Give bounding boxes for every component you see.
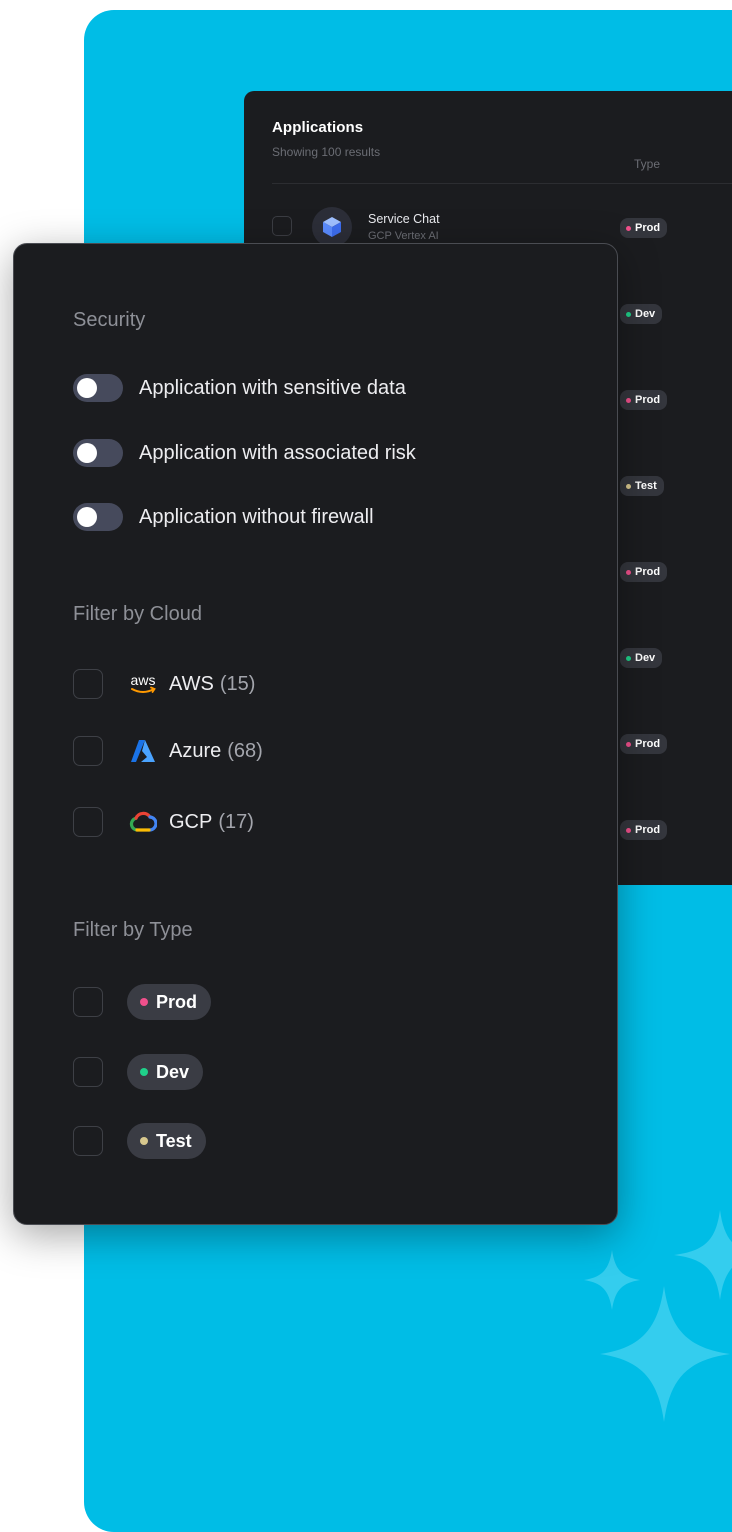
dev-dot-icon [626, 655, 631, 661]
type-option-prod[interactable]: Prod [73, 984, 212, 1020]
toggle-row-without-firewall[interactable]: Application without firewall [73, 501, 374, 533]
prod-dot-icon [626, 225, 631, 231]
without-firewall-toggle[interactable] [73, 503, 123, 531]
test-dot-icon [140, 1137, 148, 1145]
toggle-knob [77, 378, 97, 398]
section-title-type: Filter by Type [73, 919, 193, 941]
app-name[interactable]: Service Chat [368, 212, 440, 226]
cloud-count: (15) [219, 672, 256, 695]
toggle-knob [77, 507, 97, 527]
table-row[interactable]: Service Chat GCP Vertex AI Prod [272, 206, 732, 247]
app-provider: GCP Vertex AI [368, 230, 439, 242]
prod-dot-icon [626, 569, 631, 575]
cube-icon [323, 217, 341, 237]
type-badge-test: Test [127, 1123, 206, 1159]
cloud-count: (17) [218, 810, 254, 833]
dev-checkbox[interactable] [73, 1057, 103, 1087]
toggle-label: Application with sensitive data [139, 376, 406, 399]
aws-logo-icon: aws [127, 670, 159, 698]
azure-checkbox[interactable] [73, 736, 103, 766]
type-badge-dev: Dev [620, 648, 663, 668]
sensitive-data-toggle[interactable] [73, 374, 123, 402]
cloud-name: AWS [169, 672, 214, 695]
type-badge-dev: Dev [127, 1054, 204, 1090]
test-dot-icon [626, 483, 631, 489]
prod-dot-icon [626, 741, 631, 747]
type-label: Prod [156, 991, 198, 1012]
applications-title: Applications [272, 119, 364, 136]
prod-dot-icon [140, 998, 148, 1006]
type-badge-prod: Prod [620, 390, 668, 410]
dev-dot-icon [140, 1068, 148, 1076]
cloud-option-gcp[interactable]: GCP (17) [73, 806, 254, 838]
cloud-name: GCP [169, 810, 213, 833]
row-checkbox[interactable] [272, 216, 292, 236]
cloud-option-azure[interactable]: Azure (68) [73, 735, 263, 767]
test-checkbox[interactable] [73, 1126, 103, 1156]
type-badge-dev: Dev [620, 304, 663, 324]
type-option-test[interactable]: Test [73, 1123, 206, 1159]
app-avatar [312, 207, 352, 247]
toggle-row-associated-risk[interactable]: Application with associated risk [73, 437, 416, 469]
type-option-dev[interactable]: Dev [73, 1054, 204, 1090]
dev-dot-icon [626, 311, 631, 317]
cloud-name: Azure [169, 739, 222, 762]
type-badge-prod: Prod [620, 562, 668, 582]
aws-checkbox[interactable] [73, 669, 103, 699]
toggle-label: Application without firewall [139, 505, 374, 528]
section-title-security: Security [73, 309, 146, 331]
cloud-option-aws[interactable]: aws AWS (15) [73, 668, 255, 700]
type-badge-prod: Prod [127, 984, 212, 1020]
prod-dot-icon [626, 827, 631, 833]
type-badge-prod: Prod [620, 820, 668, 840]
type-label: Test [156, 1130, 192, 1151]
prod-checkbox[interactable] [73, 987, 103, 1017]
gcp-logo-icon [127, 808, 159, 836]
toggle-label: Application with associated risk [139, 441, 416, 464]
page: Applications Showing 100 results Type Se… [0, 0, 732, 1532]
svg-text:aws: aws [131, 672, 156, 688]
toggle-row-sensitive-data[interactable]: Application with sensitive data [73, 372, 406, 404]
filter-panel: Security Application with sensitive data… [13, 243, 618, 1225]
column-header-type[interactable]: Type [634, 157, 660, 171]
type-badge-prod: Prod [620, 218, 668, 238]
type-badge-prod: Prod [620, 734, 668, 754]
prod-dot-icon [626, 397, 631, 403]
toggle-knob [77, 443, 97, 463]
cloud-count: (68) [227, 739, 263, 762]
section-title-cloud: Filter by Cloud [73, 603, 202, 625]
results-count: Showing 100 results [272, 145, 381, 159]
associated-risk-toggle[interactable] [73, 439, 123, 467]
header-divider [272, 183, 732, 184]
azure-logo-icon [127, 737, 159, 765]
type-badge-test: Test [620, 476, 664, 496]
type-label: Dev [156, 1061, 190, 1082]
gcp-checkbox[interactable] [73, 807, 103, 837]
